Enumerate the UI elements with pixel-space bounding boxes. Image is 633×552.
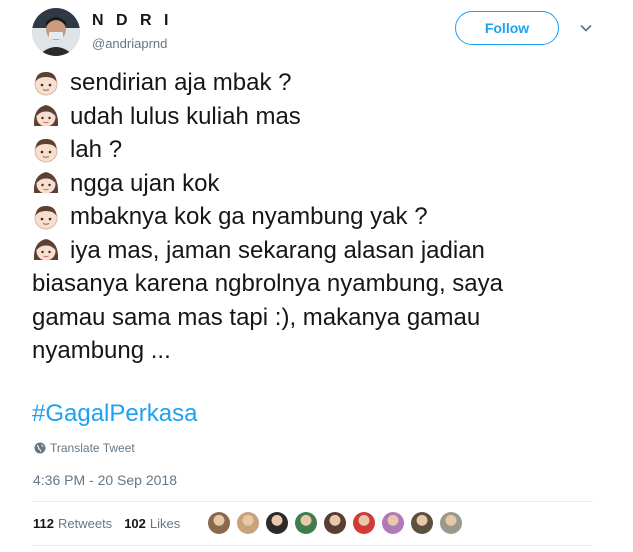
user-avatar[interactable]: [32, 8, 80, 56]
chevron-down-icon[interactable]: [576, 18, 596, 38]
liker-avatar-4[interactable]: [295, 512, 317, 534]
girl-emoji-icon: [33, 239, 59, 261]
dialog-text: iya mas, jaman sekarang alasan jadian: [70, 236, 485, 264]
tweet-header: N D R I @andriaprnd Follow: [32, 8, 612, 60]
follow-button[interactable]: Follow: [455, 11, 559, 45]
liker-avatar-5[interactable]: [324, 512, 346, 534]
dialog-line: iya mas, jaman sekarang alasan jadian: [32, 234, 602, 268]
dialog-continuation: nyambung ...: [32, 337, 171, 364]
girl-emoji-icon: [33, 105, 59, 127]
boy-emoji-icon: [34, 138, 58, 163]
liker-avatars: [208, 512, 469, 534]
retweets-count: 112: [33, 516, 54, 531]
dialog-text: sendirian aja mbak ?: [70, 69, 292, 96]
dialog-line: lah ?: [32, 133, 602, 167]
translate-label: Translate Tweet: [50, 441, 135, 455]
globe-icon: [34, 442, 46, 454]
display-name[interactable]: N D R I: [92, 12, 172, 30]
hashtag-link[interactable]: #GagalPerkasa: [32, 400, 197, 428]
divider: [33, 501, 593, 502]
liker-avatar-7[interactable]: [382, 512, 404, 534]
boy-emoji-icon: [34, 71, 58, 96]
liker-avatar-9[interactable]: [440, 512, 462, 534]
liker-avatar-8[interactable]: [411, 512, 433, 534]
likes-label: Likes: [149, 516, 181, 531]
dialog-continuation: gamau sama mas tapi :), makanya gamau: [32, 303, 481, 331]
translate-tweet-link[interactable]: Translate Tweet: [34, 441, 135, 455]
dialog-text: udah lulus kuliah mas: [70, 102, 301, 130]
dialog-continuation: biasanya karena ngbrolnya nyambung, saya: [32, 270, 503, 297]
dialog-line: mbaknya kok ga nyambung yak ?: [32, 200, 602, 234]
liker-avatar-3[interactable]: [266, 512, 288, 534]
dialog-text: ngga ujan kok: [70, 169, 220, 197]
retweets-label: Retweets: [57, 516, 113, 531]
likes-count: 102: [124, 516, 146, 531]
boy-emoji-icon: [34, 205, 58, 230]
dialog-text: mbaknya kok ga nyambung yak ?: [70, 203, 428, 230]
girl-emoji-icon: [33, 172, 59, 194]
liker-avatar-1[interactable]: [208, 512, 230, 534]
dialog-line: udah lulus kuliah mas: [32, 100, 602, 134]
user-handle[interactable]: @andriaprnd: [92, 36, 167, 51]
tweet-timestamp[interactable]: 4:36 PM - 20 Sep 2018: [33, 472, 177, 488]
liker-avatar-2[interactable]: [237, 512, 259, 534]
dialog-text: lah ?: [70, 136, 123, 163]
tweet-stats: 112 Retweets 102 Likes: [33, 516, 192, 531]
liker-avatar-6[interactable]: [353, 512, 375, 534]
dialog-line: sendirian aja mbak ?: [32, 66, 602, 100]
divider: [33, 545, 593, 546]
likes-stat[interactable]: 102 Likes: [124, 516, 180, 531]
dialog-line: ngga ujan kok: [32, 167, 602, 201]
retweets-stat[interactable]: 112 Retweets: [33, 516, 112, 531]
tweet-text: sendirian aja mbak ? udah lulus kuliah m…: [32, 66, 602, 368]
